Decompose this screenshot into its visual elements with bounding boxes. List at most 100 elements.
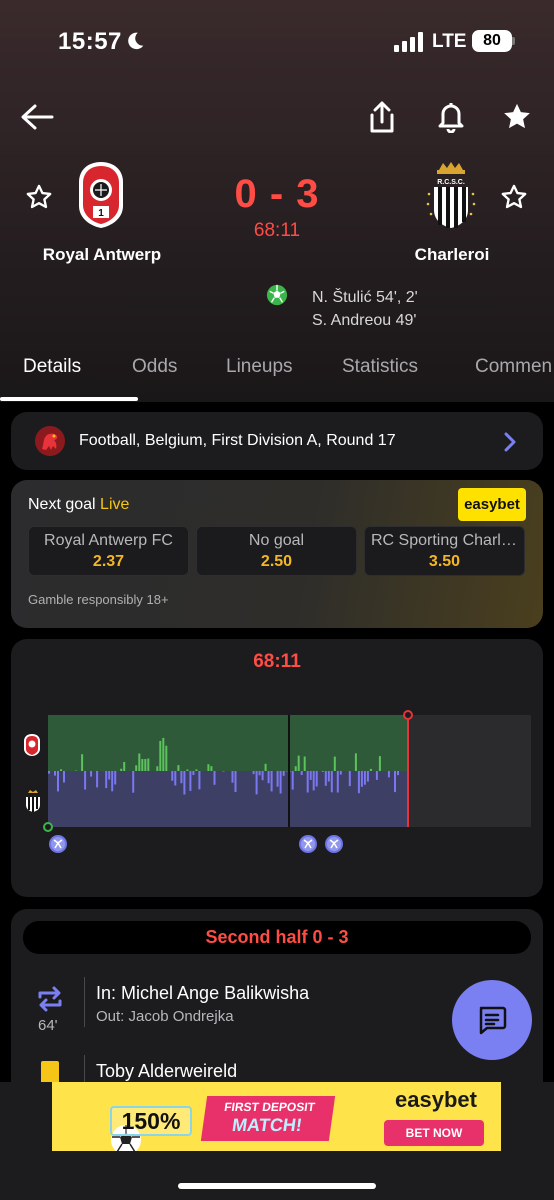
momentum-bar [156,766,159,771]
odds-title: Next goal Live [28,496,129,514]
momentum-bar [186,769,189,771]
home-team-name[interactable]: Royal Antwerp [30,245,174,265]
goal-marker [299,835,317,853]
tab-details[interactable]: Details [23,356,81,378]
odds-no-goal-button[interactable]: No goal 2.50 [196,526,357,576]
status-bar: 15:57 LTE 80 [0,0,554,84]
momentum-bar [162,737,165,771]
charleroi-crest[interactable]: R.C.S.C. [424,160,478,230]
favorite-match-button[interactable] [498,98,536,136]
odds-option-label: RC Sporting Charle… [371,532,518,549]
chat-icon [479,1006,507,1035]
easybet-ad-banner[interactable]: 150% FIRST DEPOSIT MATCH! easybet BET NO… [52,1082,501,1151]
momentum-bar [270,771,273,792]
royal-antwerp-crest[interactable]: 1 [76,160,126,230]
momentum-bar [183,771,186,795]
odds-option-value: 3.50 [428,553,461,570]
momentum-bar [267,771,270,784]
momentum-bar [297,755,300,771]
momentum-bar [174,771,177,786]
momentum-bar [357,771,360,794]
signal-icon [394,32,423,52]
momentum-bar [255,771,258,795]
momentum-bar [189,771,192,791]
momentum-bar [147,758,150,771]
chat-fab-button[interactable] [452,980,532,1060]
odds-home-button[interactable]: Royal Antwerp FC 2.37 [28,526,189,576]
battery-indicator: 80 [472,30,512,52]
momentum-bar [171,771,174,781]
easybet-logo[interactable]: easybet [458,488,526,521]
momentum-bar [138,753,141,771]
match-clock: 68:11 [253,220,301,241]
momentum-bar [84,771,87,790]
odds-option-label: No goal [248,532,305,549]
belgium-league-icon [35,426,65,456]
status-time: 15:57 [58,28,122,55]
second-half-header: Second half 0 - 3 [23,921,531,954]
momentum-bar [387,771,390,778]
momentum-bar [54,771,56,776]
momentum-bar [264,763,267,771]
details-content: Football, Belgium, First Division A, Rou… [0,402,554,1082]
momentum-bar [123,762,126,771]
momentum-bar [234,771,237,792]
momentum-bar [360,771,363,787]
odds-option-value: 2.37 [92,553,125,570]
sub-player-out[interactable]: Out: Jacob Ondrejka [96,1008,234,1025]
momentum-bar [231,771,234,783]
momentum-bar [394,771,396,793]
momentum-bar [366,771,369,782]
star-outline-icon [501,184,527,209]
momentum-bar [111,771,114,792]
momentum-bar [336,771,339,793]
odds-away-button[interactable]: RC Sporting Charle… 3.50 [364,526,525,576]
tab-commentary[interactable]: Commen [475,356,552,378]
momentum-bar [180,771,183,784]
notifications-button[interactable] [433,98,469,136]
momentum-bar [327,771,330,782]
momentum-bar [282,771,285,776]
momentum-bar [348,771,351,787]
tab-odds[interactable]: Odds [132,356,177,378]
back-button[interactable] [18,100,56,134]
odds-title-text: Next goal [28,496,96,513]
momentum-chart[interactable] [41,709,533,869]
momentum-bar [294,766,297,771]
momentum-bar [330,771,333,793]
momentum-bar [261,771,264,781]
tab-lineups[interactable]: Lineups [226,356,293,378]
star-filled-icon [504,103,530,129]
momentum-bar [303,756,306,771]
momentum-bar [354,753,357,771]
momentum-bar [114,771,117,785]
share-button[interactable] [364,98,400,136]
momentum-bar [369,768,372,771]
momentum-bar [96,771,99,788]
odds-option-label: Royal Antwerp FC [44,532,173,549]
bottom-ad-area: 150% FIRST DEPOSIT MATCH! easybet BET NO… [0,1082,554,1200]
goal-scorers: N. Štulić 54', 2' S. Andreou 49' [312,286,418,332]
momentum-away-area [48,771,409,827]
ad-bet-now-button[interactable]: BET NOW [384,1120,484,1146]
league-row[interactable]: Football, Belgium, First Division A, Rou… [11,412,543,470]
booked-player[interactable]: Toby Alderweireld [96,1061,237,1082]
home-team-mini-crest [24,734,40,756]
away-team-mini-crest [26,790,40,812]
momentum-bar [279,771,282,794]
momentum-bar [324,771,327,786]
svg-text:1: 1 [98,208,104,219]
momentum-bar [63,771,65,783]
home-indicator[interactable] [178,1183,376,1189]
momentum-bar [144,759,147,771]
ad-line2: MATCH! [230,1115,304,1135]
favorite-home-team-button[interactable] [22,180,56,214]
goal-ball-icon [266,284,288,306]
favorite-away-team-button[interactable] [497,180,531,214]
sub-player-in[interactable]: In: Michel Ange Balikwisha [96,983,309,1004]
match-header: 15:57 LTE 80 1 Royal Antwerp 0 - 3 68:11… [0,0,554,402]
momentum-bar [339,771,342,775]
tab-statistics[interactable]: Statistics [342,356,418,378]
away-team-name[interactable]: Charleroi [385,245,519,265]
active-tab-indicator [0,397,138,401]
